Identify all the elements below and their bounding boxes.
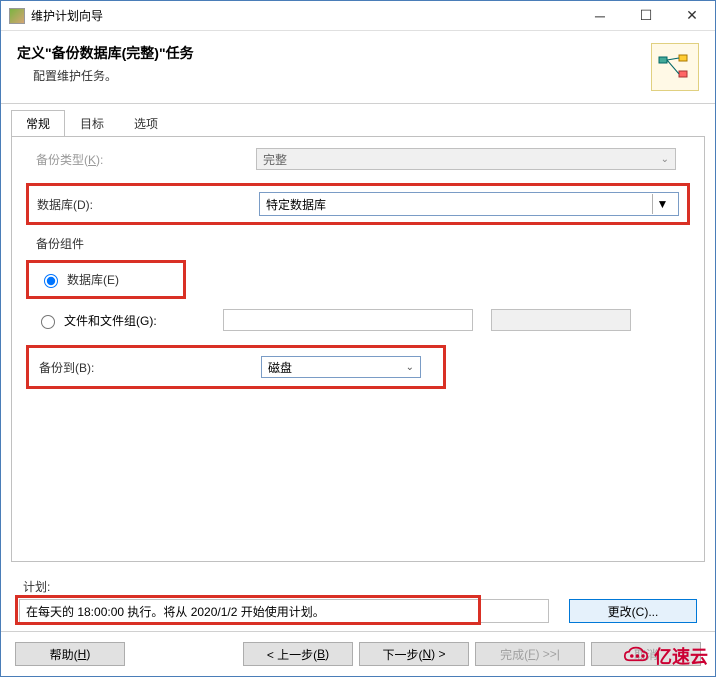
help-button[interactable]: 帮助(H) <box>15 642 125 666</box>
files-input <box>223 309 473 331</box>
database-value: 特定数据库 <box>266 196 326 213</box>
page-title: 定义"备份数据库(完整)"任务 <box>17 43 651 63</box>
wizard-icon <box>651 43 699 91</box>
database-radio-highlight: 数据库(E) <box>26 260 186 299</box>
files-browse-button <box>491 309 631 331</box>
dropdown-arrow-icon: ▼ <box>652 194 672 214</box>
schedule-label: 计划: <box>19 578 697 595</box>
database-dropdown[interactable]: 特定数据库 ▼ <box>259 192 679 216</box>
page-subtitle: 配置维护任务。 <box>33 67 651 84</box>
backup-type-dropdown: 完整 ⌄ <box>256 148 676 170</box>
back-button[interactable]: < 上一步(B) <box>243 642 353 666</box>
tab-strip: 常规 目标 选项 <box>1 104 715 137</box>
minimize-button[interactable]: ─ <box>577 1 623 31</box>
wizard-header: 定义"备份数据库(完整)"任务 配置维护任务。 <box>1 31 715 104</box>
files-radio[interactable] <box>41 315 55 329</box>
backup-type-value: 完整 <box>263 151 287 168</box>
database-label: 数据库(D): <box>37 196 259 213</box>
backup-to-label: 备份到(B): <box>39 359 261 376</box>
finish-button: 完成(F) >>| <box>475 642 585 666</box>
titlebar: 维护计划向导 ─ ☐ ✕ <box>1 1 715 31</box>
chevron-down-icon: ⌄ <box>406 362 414 373</box>
database-radio[interactable] <box>44 274 58 288</box>
backup-to-value: 磁盘 <box>268 359 292 376</box>
backup-type-label: 备份类型(K): <box>26 151 256 168</box>
wizard-footer: 帮助(H) < 上一步(B) 下一步(N) > 完成(F) >>| 取消 <box>1 631 715 676</box>
database-radio-label: 数据库(E) <box>67 271 119 288</box>
close-button[interactable]: ✕ <box>669 1 715 31</box>
backup-to-highlight: 备份到(B): 磁盘 ⌄ <box>26 345 446 389</box>
schedule-section: 计划: 更改(C)... <box>5 570 711 631</box>
chevron-down-icon: ⌄ <box>661 154 669 165</box>
tab-content: 备份类型(K): 完整 ⌄ 数据库(D): 特定数据库 ▼ 备份组件 数据库(E… <box>11 136 705 562</box>
schedule-input[interactable] <box>19 599 549 623</box>
backup-component-label: 备份组件 <box>36 235 690 252</box>
cancel-button: 取消 <box>591 642 701 666</box>
maximize-button[interactable]: ☐ <box>623 1 669 31</box>
window-title: 维护计划向导 <box>31 7 577 24</box>
next-button[interactable]: 下一步(N) > <box>359 642 469 666</box>
change-schedule-button[interactable]: 更改(C)... <box>569 599 697 623</box>
backup-to-dropdown[interactable]: 磁盘 ⌄ <box>261 356 421 378</box>
tab-general[interactable]: 常规 <box>11 110 65 137</box>
tab-options[interactable]: 选项 <box>119 110 173 137</box>
app-icon <box>9 8 25 24</box>
tab-target[interactable]: 目标 <box>65 110 119 137</box>
database-highlight: 数据库(D): 特定数据库 ▼ <box>26 183 690 225</box>
files-radio-label: 文件和文件组(G): <box>64 312 157 329</box>
